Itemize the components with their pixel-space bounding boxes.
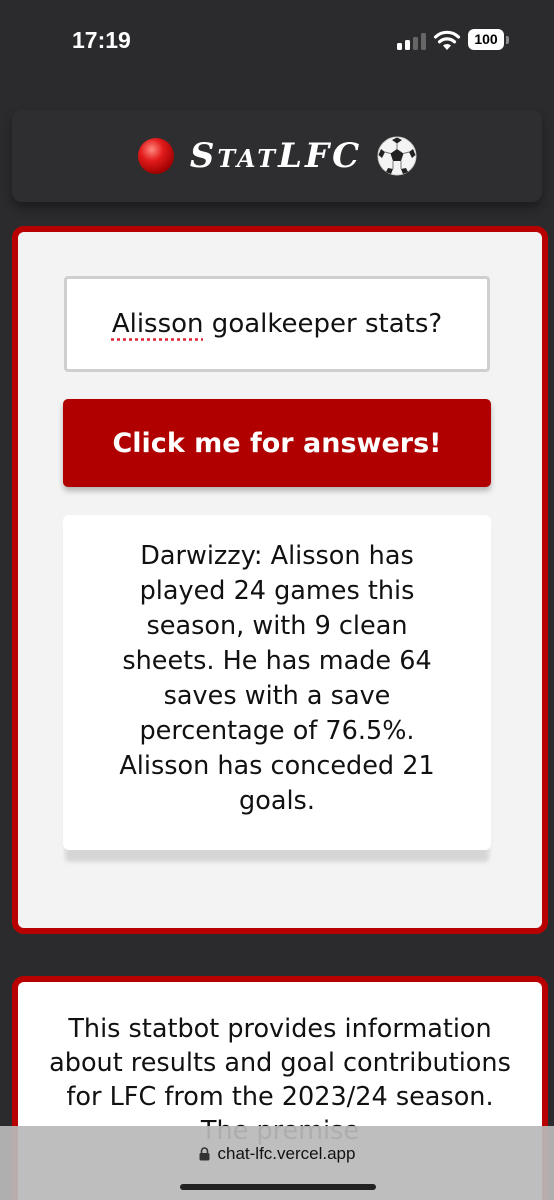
answer-text: Darwizzy: Alisson has played 24 games th…: [119, 541, 435, 816]
question-rest: goalkeeper stats?: [203, 309, 443, 339]
status-time: 17:19: [72, 27, 131, 53]
answer-box: Darwizzy: Alisson has played 24 games th…: [63, 515, 491, 850]
battery-tip: [506, 36, 509, 44]
app-header: StatLFC: [12, 110, 542, 202]
home-indicator[interactable]: [180, 1184, 376, 1190]
status-bar: 17:19 100: [0, 0, 554, 84]
question-text: Alisson goalkeeper stats?: [112, 309, 442, 339]
red-circle-icon: [137, 138, 174, 174]
lock-icon: [199, 1147, 210, 1161]
question-name-misspelled: Alisson: [111, 309, 204, 339]
battery-icon: 100: [468, 29, 504, 50]
chat-card: Alisson goalkeeper stats? Click me for a…: [12, 226, 548, 934]
wifi-icon: [433, 30, 461, 50]
app-title: StatLFC: [189, 136, 363, 176]
cellular-signal-icon: [397, 33, 427, 50]
phone-screen: 17:19 100 StatLFC Alisson goalkeeper sta…: [0, 0, 554, 1200]
question-input[interactable]: Alisson goalkeeper stats?: [64, 276, 490, 372]
soccer-ball-icon: [377, 136, 417, 176]
url-text: chat-lfc.vercel.app: [217, 1144, 356, 1163]
get-answers-button[interactable]: Click me for answers!: [63, 399, 491, 487]
